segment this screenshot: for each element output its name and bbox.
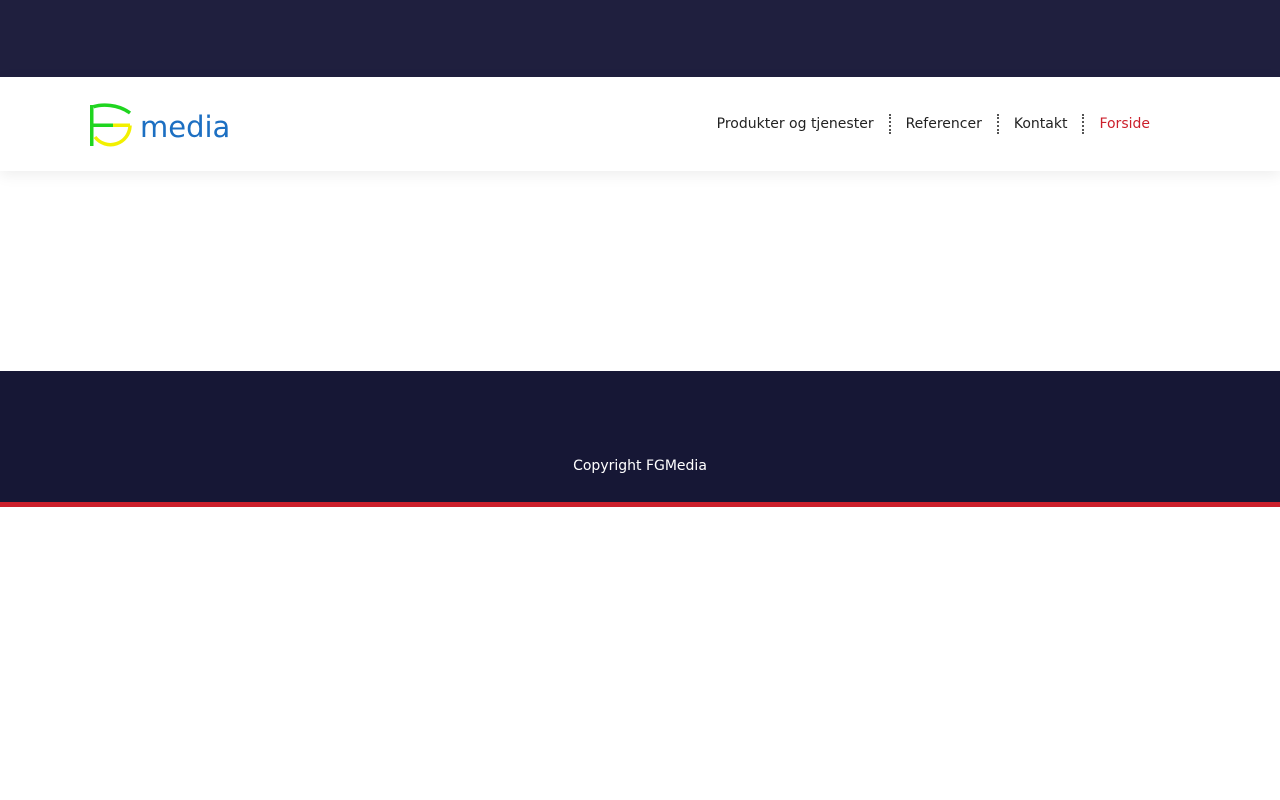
fgmedia-logo[interactable]: media: [88, 102, 234, 148]
site-header: media Produkter og tjenester Referencer …: [0, 77, 1280, 171]
site-footer: Copyright FGMedia: [0, 371, 1280, 502]
main-content: [0, 171, 1280, 371]
fgmedia-logo-icon: media: [90, 103, 230, 147]
top-band: [0, 0, 1280, 77]
nav-link-forside[interactable]: Forside: [1082, 114, 1165, 134]
footer-accent-line: [0, 502, 1280, 507]
nav-link-produkter[interactable]: Produkter og tjenester: [702, 114, 889, 134]
nav-link-kontakt[interactable]: Kontakt: [996, 114, 1083, 134]
nav-link-referencer[interactable]: Referencer: [888, 114, 997, 134]
copyright-text: Copyright FGMedia: [573, 458, 707, 474]
main-nav: Produkter og tjenester Referencer Kontak…: [702, 77, 1165, 171]
svg-text:media: media: [140, 110, 230, 144]
